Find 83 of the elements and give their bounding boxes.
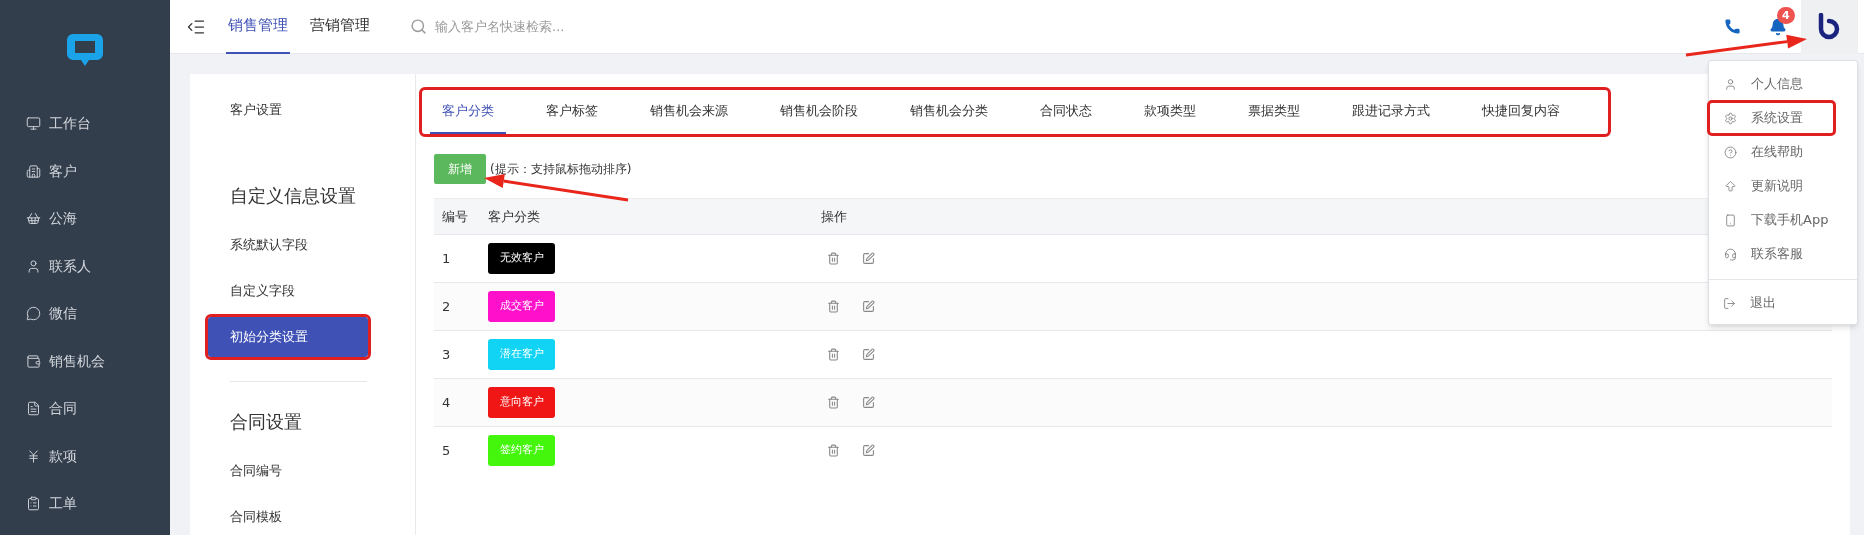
- delete-icon[interactable]: [827, 252, 840, 265]
- edit-icon[interactable]: [862, 444, 875, 457]
- sidebar-item[interactable]: 客户: [0, 147, 170, 195]
- settings-nav-item[interactable]: 系统默认字段: [208, 228, 368, 262]
- notification-badge: 4: [1777, 6, 1795, 24]
- table-cell-text: 5: [441, 441, 452, 460]
- delete-icon[interactable]: [827, 444, 840, 457]
- nav-tab[interactable]: 销售管理: [226, 0, 290, 54]
- edit-icon[interactable]: [862, 348, 875, 361]
- edit-icon[interactable]: [862, 252, 875, 265]
- menu-item[interactable]: 联系客服: [1710, 239, 1856, 269]
- category-tag: 潜在客户: [488, 339, 555, 370]
- tab[interactable]: 合同状态: [1028, 90, 1104, 134]
- headset-icon: [1724, 247, 1737, 261]
- section-heading: 合同设置: [229, 410, 303, 434]
- edit-icon[interactable]: [862, 396, 875, 409]
- basket-icon: [26, 211, 41, 227]
- sidebar-item[interactable]: 公海: [0, 195, 170, 243]
- tab[interactable]: 客户标签: [534, 90, 610, 134]
- column-header: 操作: [820, 207, 847, 226]
- settings-icon: [1724, 111, 1737, 125]
- sidebar-item[interactable]: 工作台: [0, 100, 170, 148]
- bell-icon[interactable]: [1769, 17, 1787, 36]
- menu-item[interactable]: 更新说明: [1710, 171, 1856, 201]
- nav-tab[interactable]: 营销管理: [308, 0, 372, 54]
- edit-icon[interactable]: [862, 300, 875, 313]
- menu-item[interactable]: 个人信息: [1710, 69, 1856, 99]
- hint-text: (提示：支持鼠标拖动排序): [490, 161, 632, 178]
- sidebar-item[interactable]: 微信: [0, 290, 170, 338]
- delete-icon[interactable]: [827, 348, 840, 361]
- sidebar-item[interactable]: 款项: [0, 432, 170, 480]
- avatar-button[interactable]: [1801, 0, 1858, 54]
- sidebar-item[interactable]: 工单: [0, 480, 170, 528]
- search-icon: [410, 18, 427, 35]
- tab[interactable]: 销售机会分类: [898, 90, 1000, 134]
- category-tag: 成交客户: [488, 291, 555, 322]
- logo-icon: [65, 32, 105, 68]
- menu-item[interactable]: 系统设置: [1710, 103, 1833, 133]
- settings-nav-item[interactable]: 合同模板: [208, 500, 368, 534]
- tab[interactable]: 快捷回复内容: [1470, 90, 1572, 134]
- user-icon: [1724, 77, 1737, 91]
- table-cell-text: 4: [441, 393, 452, 412]
- column-header: 编号: [441, 207, 469, 226]
- clipboard-icon: [26, 496, 41, 512]
- tab[interactable]: 销售机会阶段: [768, 90, 870, 134]
- help-icon: [1724, 145, 1737, 159]
- user-icon: [26, 258, 41, 274]
- yen-icon: [26, 448, 41, 464]
- category-tag: 意向客户: [488, 387, 555, 418]
- table-cell-text: 1: [441, 249, 452, 268]
- building-icon: [26, 163, 41, 179]
- settings-nav-item[interactable]: 合同编号: [208, 454, 368, 488]
- table-cell-text: 2: [441, 297, 452, 316]
- column-header: 客户分类: [487, 207, 541, 226]
- document-icon: [26, 401, 41, 417]
- up-arrow-icon: [1724, 179, 1737, 193]
- category-tag: 无效客户: [488, 243, 555, 274]
- menu-item[interactable]: 在线帮助: [1710, 137, 1856, 167]
- wallet-icon: [26, 353, 41, 369]
- phone-icon: [1724, 213, 1737, 227]
- tab[interactable]: 跟进记录方式: [1340, 90, 1442, 134]
- logout-menu-item[interactable]: 退出: [1709, 288, 1857, 318]
- chat-icon: [26, 306, 41, 322]
- category-tag: 签约客户: [488, 435, 555, 466]
- tab[interactable]: 款项类型: [1132, 90, 1208, 134]
- search-field[interactable]: 输入客户名快速检索...: [435, 16, 795, 37]
- settings-nav-item[interactable]: 初始分类设置: [208, 317, 368, 357]
- tab[interactable]: 票据类型: [1236, 90, 1312, 134]
- settings-nav-item[interactable]: 自定义字段: [208, 274, 368, 308]
- sidebar-item[interactable]: 联系人: [0, 242, 170, 290]
- sidebar-item[interactable]: 销售机会: [0, 337, 170, 385]
- table-cell-text: 3: [441, 345, 452, 364]
- monitor-icon: [26, 116, 41, 132]
- sidebar-item[interactable]: 合同: [0, 385, 170, 433]
- delete-icon[interactable]: [827, 300, 840, 313]
- menu-item[interactable]: 下载手机App: [1710, 205, 1856, 235]
- phone-icon[interactable]: [1724, 18, 1741, 35]
- settings-nav-item[interactable]: 客户设置: [208, 93, 368, 127]
- logout-icon: [1723, 296, 1736, 310]
- section-heading: 自定义信息设置: [229, 184, 357, 208]
- tab[interactable]: 销售机会来源: [638, 90, 740, 134]
- delete-icon[interactable]: [827, 396, 840, 409]
- tab[interactable]: 客户分类: [430, 90, 506, 134]
